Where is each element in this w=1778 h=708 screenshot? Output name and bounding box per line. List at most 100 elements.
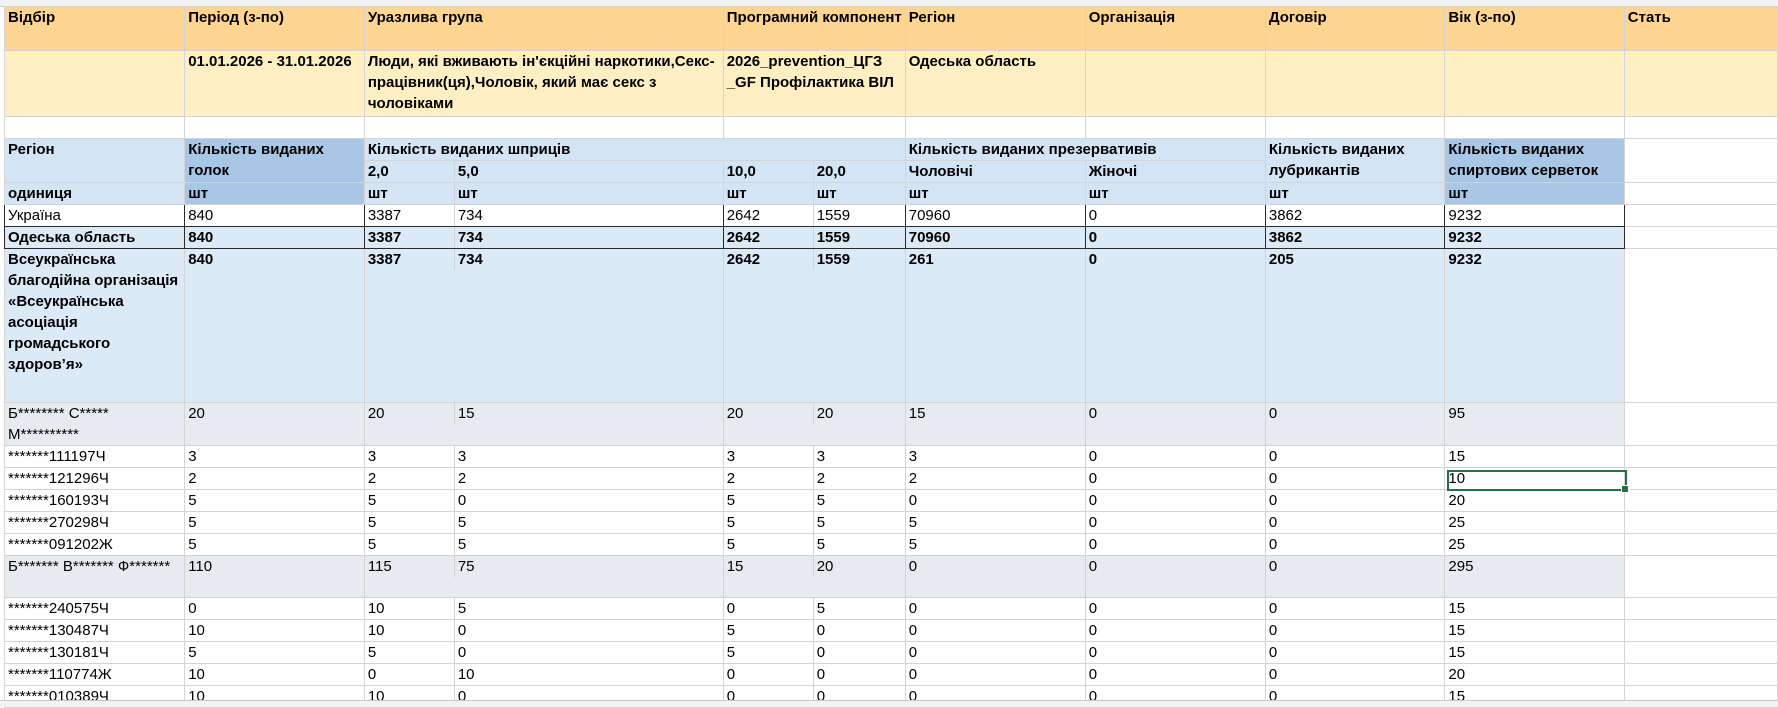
- syringe-20-value[interactable]: 20: [814, 557, 905, 578]
- syringe-20-value[interactable]: 5: [814, 513, 905, 533]
- component-value[interactable]: 2026_prevention_ЦГЗ _GF Профілактика ВІЛ: [722, 50, 906, 117]
- empty-cell[interactable]: [1623, 619, 1778, 642]
- empty-cell[interactable]: [904, 116, 1086, 139]
- lubricants-value[interactable]: 3862: [1264, 204, 1446, 227]
- row-label[interactable]: *******270298Ч: [3, 511, 186, 534]
- syringe-10-value[interactable]: 15: [724, 556, 814, 577]
- empty-cell[interactable]: [1623, 226, 1778, 249]
- condoms-female-value[interactable]: 0: [1084, 597, 1266, 620]
- period-value[interactable]: 01.01.2026 - 31.01.2026: [184, 50, 365, 117]
- condoms-male-value[interactable]: 0: [904, 489, 1086, 512]
- row-label[interactable]: *******121296Ч: [3, 467, 186, 490]
- empty-cell[interactable]: [1623, 597, 1778, 620]
- condoms-male-value[interactable]: 2: [904, 467, 1086, 490]
- row-label[interactable]: *******160193Ч: [3, 489, 186, 512]
- needles-value[interactable]: 5: [184, 489, 365, 512]
- unit-cell[interactable]: шт: [1084, 182, 1266, 205]
- empty-cell[interactable]: [722, 116, 906, 139]
- row-label[interactable]: *******111197Ч: [3, 445, 186, 468]
- syringe-2-value[interactable]: 5: [365, 534, 455, 555]
- empty-cell[interactable]: [363, 116, 724, 139]
- condoms-female-value[interactable]: 0: [1084, 445, 1266, 468]
- condoms-male-value[interactable]: 0: [904, 597, 1086, 620]
- empty-cell[interactable]: [1623, 182, 1778, 205]
- needles-value[interactable]: 840: [184, 248, 365, 403]
- condoms-female-value[interactable]: 0: [1084, 467, 1266, 490]
- empty-cell[interactable]: [1623, 511, 1778, 534]
- syringe-2-value[interactable]: 3387: [365, 249, 455, 270]
- syringe-5-value[interactable]: 0: [455, 621, 546, 641]
- wipes-value[interactable]: 9232: [1444, 248, 1625, 403]
- syringe-2-value[interactable]: 10: [365, 598, 455, 619]
- syringe-2-value[interactable]: 115: [365, 556, 455, 577]
- syringe-20-value[interactable]: 1559: [814, 206, 905, 226]
- filter-header-cell[interactable]: Регіон: [904, 6, 1086, 51]
- lubricants-value[interactable]: 0: [1264, 533, 1446, 556]
- empty-cell[interactable]: [184, 116, 365, 139]
- needles-value[interactable]: 2: [184, 467, 365, 490]
- syringe-2-value[interactable]: 2: [365, 468, 455, 489]
- condoms-male-value[interactable]: 0: [904, 663, 1086, 686]
- row-label[interactable]: *******130487Ч: [3, 619, 186, 642]
- syringe-10-value[interactable]: 20: [724, 403, 814, 424]
- wipes-value[interactable]: 20: [1444, 663, 1625, 686]
- syringe-10-value[interactable]: 5: [724, 534, 814, 555]
- empty-cell[interactable]: [1623, 533, 1778, 556]
- syringe-2-value[interactable]: 3387: [365, 227, 455, 248]
- syringe-5-value[interactable]: 0: [455, 491, 546, 511]
- syringe-2-value[interactable]: 5: [365, 512, 455, 533]
- syringe-20-value[interactable]: 0: [814, 665, 905, 685]
- lubricants-value[interactable]: 0: [1264, 445, 1446, 468]
- unit-cell[interactable]: шт: [455, 184, 546, 204]
- syringe-10-value[interactable]: 5: [724, 490, 814, 511]
- row-label[interactable]: Україна: [3, 204, 186, 227]
- condoms-female-value[interactable]: 0: [1084, 663, 1266, 686]
- syringe-10-value[interactable]: 0: [724, 664, 814, 685]
- condoms-female-value[interactable]: 0: [1084, 489, 1266, 512]
- filter-value-cell[interactable]: [1264, 50, 1446, 117]
- header-condoms[interactable]: Кількість виданих презервативів: [904, 138, 1266, 161]
- empty-cell[interactable]: [1623, 555, 1778, 598]
- lubricants-value[interactable]: 0: [1264, 489, 1446, 512]
- empty-cell[interactable]: [3, 116, 186, 139]
- syringe-20-value[interactable]: 2: [814, 469, 905, 489]
- unit-cell[interactable]: шт: [1444, 182, 1625, 205]
- header-syringe-20[interactable]: 20,0: [814, 162, 905, 182]
- empty-cell[interactable]: [1623, 116, 1778, 139]
- empty-cell[interactable]: [1623, 138, 1778, 183]
- wipes-value[interactable]: 15: [1444, 641, 1625, 664]
- syringe-2-value[interactable]: 5: [365, 642, 455, 663]
- condoms-male-value[interactable]: 0: [904, 555, 1086, 598]
- header-syringe-10[interactable]: 10,0: [724, 161, 814, 182]
- empty-cell[interactable]: [1264, 116, 1446, 139]
- lubricants-value[interactable]: 0: [1264, 555, 1446, 598]
- filter-header-cell[interactable]: Вік (з-по): [1444, 6, 1625, 51]
- lubricants-value[interactable]: 3862: [1264, 226, 1446, 249]
- needles-value[interactable]: 110: [184, 555, 365, 598]
- needles-value[interactable]: 20: [184, 402, 365, 446]
- empty-cell[interactable]: [1623, 489, 1778, 512]
- wipes-value[interactable]: 9232: [1444, 204, 1625, 227]
- filter-value-cell[interactable]: [1084, 50, 1266, 117]
- condoms-male-value[interactable]: 70960: [904, 204, 1086, 227]
- syringe-20-value[interactable]: 0: [814, 621, 905, 641]
- filter-header-cell[interactable]: Відбір: [3, 6, 186, 51]
- syringe-10-value[interactable]: 2642: [724, 205, 814, 226]
- condoms-male-value[interactable]: 3: [904, 445, 1086, 468]
- syringe-10-value[interactable]: 0: [724, 598, 814, 619]
- syringe-5-value[interactable]: 10: [455, 665, 546, 685]
- condoms-male-value[interactable]: 15: [904, 402, 1086, 446]
- unit-cell[interactable]: шт: [724, 183, 814, 204]
- syringe-2-value[interactable]: 0: [365, 664, 455, 685]
- syringe-5-value[interactable]: 734: [455, 228, 546, 248]
- syringe-5-value[interactable]: 15: [455, 404, 546, 425]
- unit-cell[interactable]: шт: [814, 184, 905, 204]
- wipes-value[interactable]: 295: [1444, 555, 1625, 598]
- empty-cell[interactable]: [1623, 248, 1778, 403]
- condoms-female-value[interactable]: 0: [1084, 511, 1266, 534]
- filter-header-cell[interactable]: Організація: [1084, 6, 1266, 51]
- lubricants-value[interactable]: 0: [1264, 641, 1446, 664]
- header-syringe-2[interactable]: 2,0: [365, 161, 455, 182]
- syringe-20-value[interactable]: 20: [814, 404, 905, 425]
- row-label[interactable]: *******110774Ж: [3, 663, 186, 686]
